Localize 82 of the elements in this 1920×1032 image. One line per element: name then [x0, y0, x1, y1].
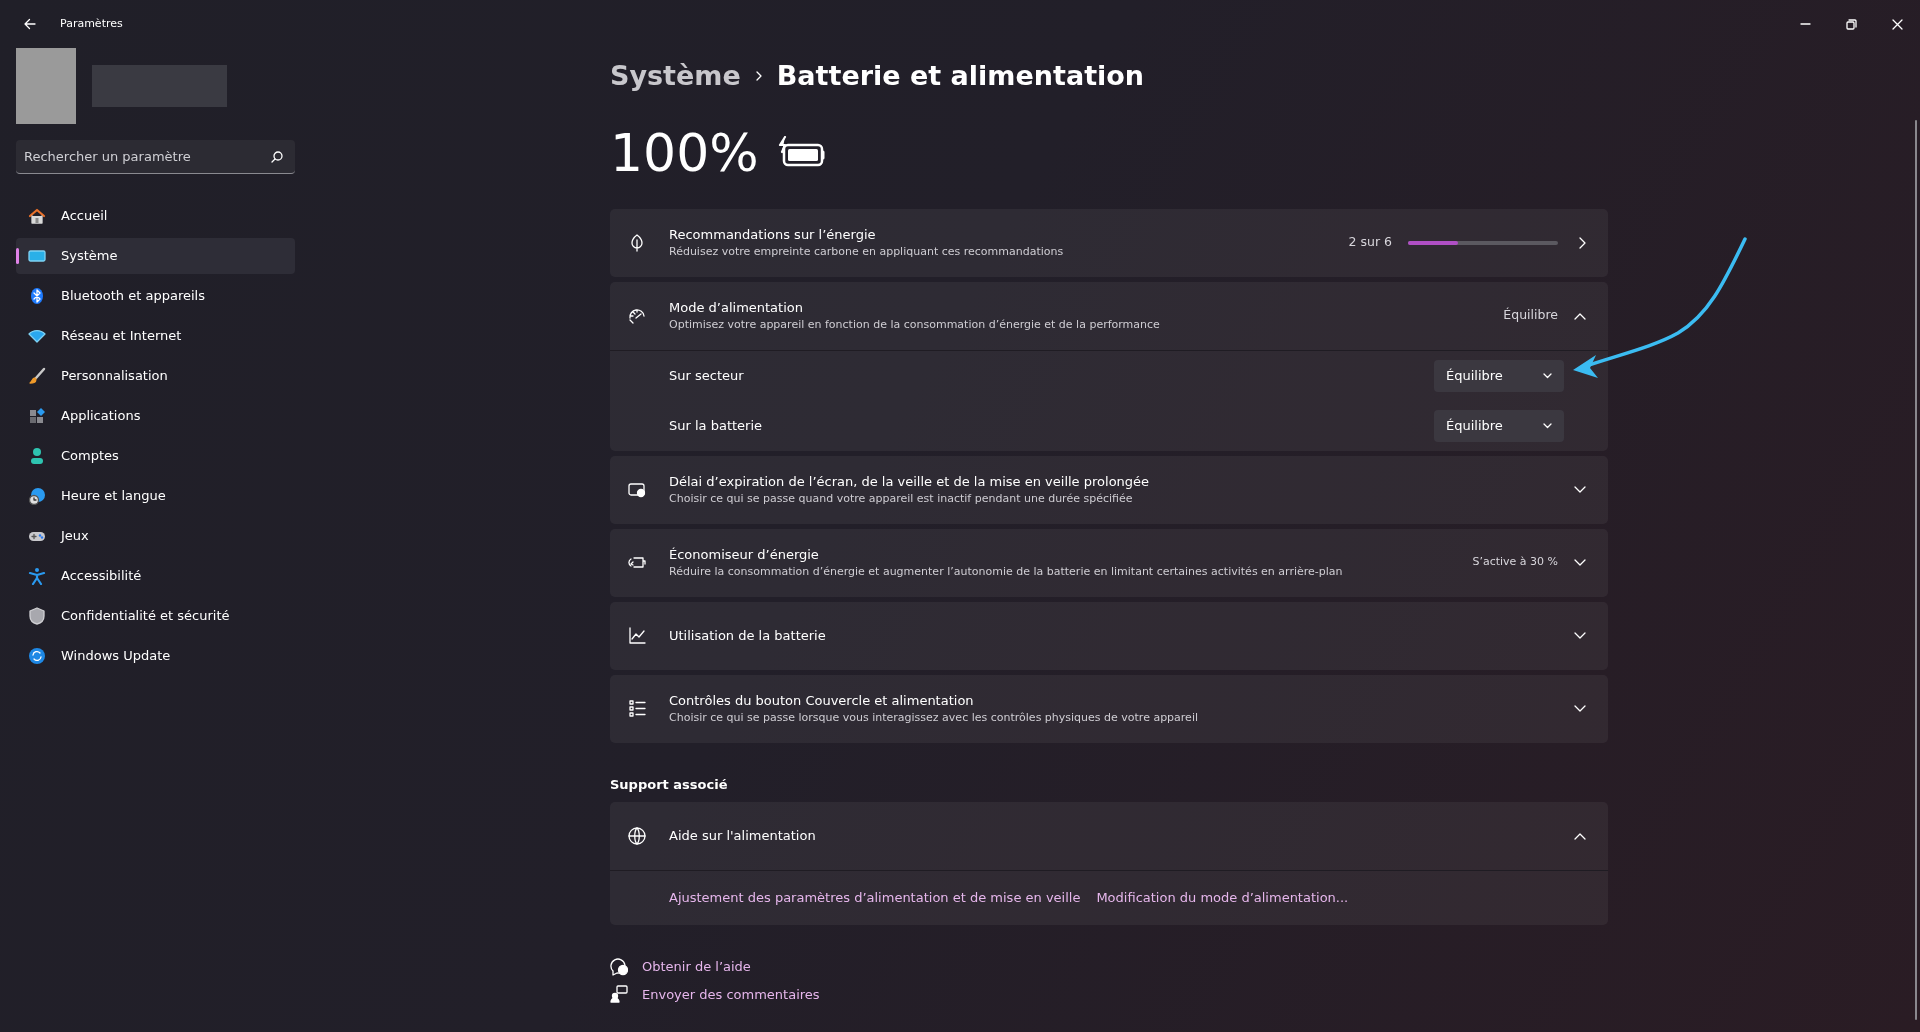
scrollbar[interactable] [1915, 120, 1917, 1020]
card-description: Réduire la consommation d’énergie et augmenter l’autonomie de la batterie en limitant certaines activités en arrière-plan [669, 564, 1344, 580]
card-title: Mode d’alimentation [669, 298, 804, 317]
feedback-icon [610, 985, 628, 1004]
search-field[interactable]: Rechercher un paramètre [16, 140, 295, 174]
chevron-up-icon [1574, 311, 1586, 320]
card-description: Choisir ce qui se passe lorsque vous interagissez avec les contrôles physiques de votre appareil [669, 710, 1199, 726]
card-description: Réduisez votre empreinte carbone en appliquant ces recommandations [669, 244, 1065, 260]
breadcrumb-link[interactable]: Système [610, 56, 741, 97]
card-title: Aide sur l'alimentation [669, 827, 817, 846]
card-description: Optimisez votre appareil en fonction de la consommation d’énergie et de la performance [669, 317, 1161, 333]
back-button[interactable] [24, 18, 36, 30]
chevron-down-icon [1543, 372, 1552, 379]
search-icon [271, 151, 283, 163]
setting-icon [628, 699, 647, 718]
status-text: 2 sur 6 [1348, 233, 1392, 252]
help-chat-icon [610, 957, 628, 976]
card-title: Utilisation de la batterie [669, 626, 827, 645]
expand-button[interactable] [1574, 311, 1586, 320]
setting-category-icon [28, 447, 46, 465]
dropdown[interactable]: Équilibre [1434, 359, 1564, 392]
status-text: Équilibre [1503, 306, 1558, 325]
sidebar-item[interactable]: Système [16, 238, 295, 274]
status-text: S’active à 30 % [1472, 554, 1558, 571]
open-button[interactable] [1578, 236, 1586, 249]
expand-button[interactable] [1574, 832, 1586, 840]
setting-icon [628, 480, 647, 499]
setting-category-icon [28, 567, 46, 585]
help-link[interactable]: Ajustement des paramètres d’alimentation et de mise en veille [669, 888, 1081, 908]
breadcrumb-chevron-icon [754, 70, 763, 83]
expand-button[interactable] [1574, 631, 1586, 640]
sidebar-item[interactable]: Réseau et Internet [16, 318, 295, 354]
expand-button[interactable] [1574, 558, 1586, 567]
setting-category-icon [28, 607, 46, 625]
card-title: Délai d’expiration de l’écran, de la veille et de la mise en veille prolongée [669, 472, 1151, 491]
chevron-down-icon [1543, 422, 1552, 429]
page-title: Batterie et alimentation [776, 59, 1145, 93]
section-heading: Support associé [610, 775, 729, 794]
expand-button[interactable] [1574, 704, 1586, 713]
setting-category-icon [28, 367, 46, 385]
globe-icon [628, 826, 647, 846]
chevron-down-icon [1574, 631, 1586, 640]
back-arrow-icon [24, 18, 36, 30]
chevron-up-icon [1574, 832, 1586, 840]
chevron-down-icon [1574, 704, 1586, 713]
setting-category-icon [28, 247, 46, 265]
help-link[interactable]: Modification du mode d’alimentation... [1096, 888, 1349, 908]
setting-category-icon [28, 327, 46, 345]
sidebar-item[interactable]: Heure et langue [16, 478, 295, 514]
sidebar-item[interactable]: Jeux [16, 518, 295, 554]
window-title: Paramètres [60, 15, 123, 32]
sidebar-item[interactable]: Applications [16, 398, 295, 434]
dropdown[interactable]: Équilibre [1434, 409, 1564, 442]
footer-link[interactable]: Obtenir de l’aide [642, 957, 751, 977]
setting-category-icon [28, 287, 46, 305]
sidebar-item[interactable]: Bluetooth et appareils [16, 278, 295, 314]
card-title: Économiseur d’énergie [669, 545, 820, 564]
chevron-down-icon [1574, 485, 1586, 494]
setting-category-icon [28, 647, 46, 665]
sidebar-item[interactable]: Accueil [16, 198, 295, 234]
chevron-down-icon [1574, 558, 1586, 567]
chevron-right-icon [1578, 236, 1586, 249]
setting-category-icon [28, 407, 46, 425]
card-title: Contrôles du bouton Couvercle et alimentation [669, 691, 975, 710]
setting-icon [628, 626, 647, 645]
sidebar-item[interactable]: Confidentialité et sécurité [16, 598, 295, 634]
setting-label: Sur secteur [669, 366, 744, 385]
setting-icon [628, 306, 647, 325]
sidebar-item[interactable]: Accessibilité [16, 558, 295, 594]
restore-icon [1845, 18, 1857, 30]
footer-link[interactable]: Envoyer des commentaires [642, 984, 820, 1004]
close-icon [1891, 18, 1903, 30]
setting-category-icon [28, 207, 46, 225]
setting-label: Sur la batterie [669, 416, 763, 435]
sidebar-item[interactable]: Personnalisation [16, 358, 295, 394]
card-description: Choisir ce qui se passe quand votre appareil est inactif pendant une durée spécifiée [669, 491, 1134, 507]
sidebar-item[interactable]: Comptes [16, 438, 295, 474]
card-title: Recommandations sur l’énergie [669, 225, 877, 244]
sidebar-item[interactable]: Windows Update [16, 638, 295, 674]
setting-category-icon [28, 487, 46, 505]
battery-percentage: 100% [610, 126, 759, 179]
expand-button[interactable] [1574, 485, 1586, 494]
